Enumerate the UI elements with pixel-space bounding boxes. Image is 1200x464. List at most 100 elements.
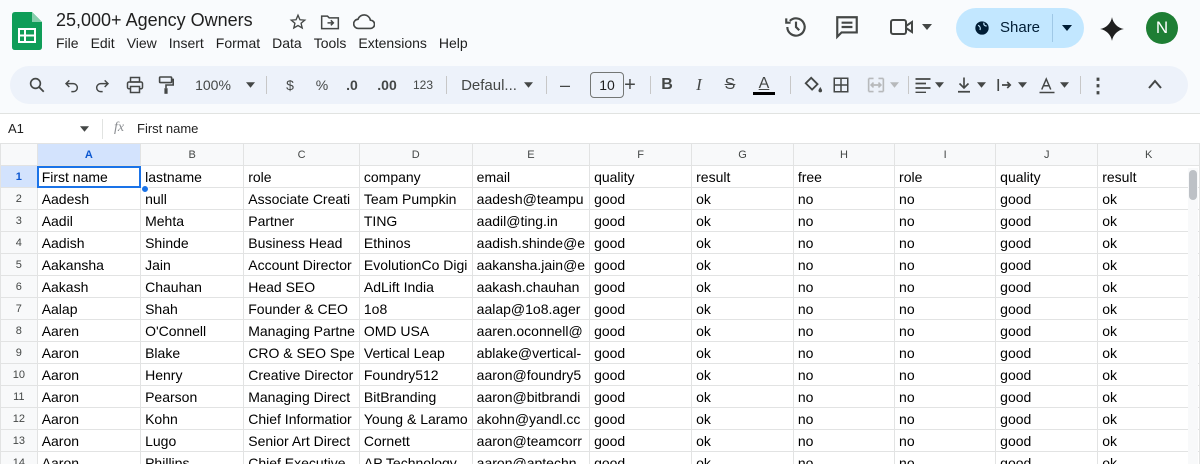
cell-d5[interactable]: EvolutionCo Digi: [358, 253, 473, 276]
cell-g8[interactable]: ok: [691, 319, 794, 342]
chevron-down-icon[interactable]: [922, 24, 932, 30]
cell-e4[interactable]: aadish.shinde@e: [471, 231, 591, 254]
redo-icon[interactable]: [94, 77, 110, 93]
formula-input[interactable]: First name: [137, 121, 198, 136]
cell-b11[interactable]: Pearson: [140, 385, 245, 408]
cell-g12[interactable]: ok: [691, 407, 794, 430]
cell-c6[interactable]: Head SEO: [243, 275, 360, 298]
cell-f6[interactable]: good: [589, 275, 693, 298]
cell-b7[interactable]: Shah: [140, 297, 245, 320]
cell-k8[interactable]: ok: [1097, 319, 1200, 342]
cell-i4[interactable]: no: [894, 231, 997, 254]
share-button[interactable]: Share: [956, 8, 1084, 48]
cell-k4[interactable]: ok: [1097, 231, 1200, 254]
cell-k11[interactable]: ok: [1097, 385, 1200, 408]
cell-d4[interactable]: Ethinos: [358, 231, 473, 254]
cell-j3[interactable]: good: [995, 209, 1099, 232]
cell-h11[interactable]: no: [792, 385, 896, 408]
align-chevron-down-icon[interactable]: [935, 82, 944, 88]
paint-format-icon[interactable]: [158, 75, 174, 95]
decrease-decimal-button[interactable]: .0: [340, 66, 364, 104]
cell-f4[interactable]: good: [589, 231, 693, 254]
cell-a8[interactable]: Aaren: [36, 319, 142, 342]
cell-j2[interactable]: good: [995, 187, 1099, 210]
cell-g1[interactable]: result: [691, 165, 794, 188]
cell-h9[interactable]: no: [792, 341, 896, 364]
italic-button[interactable]: I: [690, 66, 708, 104]
column-header-h[interactable]: H: [792, 143, 896, 166]
undo-icon[interactable]: [64, 77, 80, 93]
cell-f8[interactable]: good: [589, 319, 693, 342]
cell-d8[interactable]: OMD USA: [358, 319, 473, 342]
star-icon[interactable]: [289, 13, 307, 31]
cell-f3[interactable]: good: [589, 209, 693, 232]
cell-d9[interactable]: Vertical Leap: [358, 341, 473, 364]
cell-i11[interactable]: no: [894, 385, 997, 408]
cell-j5[interactable]: good: [995, 253, 1099, 276]
cell-i7[interactable]: no: [894, 297, 997, 320]
cell-h1[interactable]: free: [792, 165, 896, 188]
cell-g6[interactable]: ok: [691, 275, 794, 298]
menu-data[interactable]: Data: [272, 35, 308, 51]
cell-g10[interactable]: ok: [691, 363, 794, 386]
cell-g14[interactable]: ok: [691, 451, 794, 464]
cell-e12[interactable]: akohn@yandl.cc: [471, 407, 591, 430]
column-header-k[interactable]: K: [1097, 143, 1200, 166]
cell-d3[interactable]: TING: [358, 209, 473, 232]
cell-a9[interactable]: Aaron: [36, 341, 142, 364]
cell-b6[interactable]: Chauhan: [140, 275, 245, 298]
horizontal-align-icon[interactable]: [914, 77, 932, 93]
cell-i13[interactable]: no: [894, 429, 997, 452]
cell-e1[interactable]: email: [471, 165, 591, 188]
cell-f2[interactable]: good: [589, 187, 693, 210]
row-header[interactable]: 11: [0, 385, 38, 408]
cell-g5[interactable]: ok: [691, 253, 794, 276]
cell-i9[interactable]: no: [894, 341, 997, 364]
share-dropdown-icon[interactable]: [1062, 25, 1072, 31]
cell-j13[interactable]: good: [995, 429, 1099, 452]
cell-b8[interactable]: O'Connell: [140, 319, 245, 342]
row-header[interactable]: 7: [0, 297, 38, 320]
cell-g4[interactable]: ok: [691, 231, 794, 254]
row-header[interactable]: 12: [0, 407, 38, 430]
menu-file[interactable]: File: [56, 35, 85, 51]
cell-d10[interactable]: Foundry512: [358, 363, 473, 386]
cell-d14[interactable]: AP Technology: [358, 451, 473, 464]
column-header-a[interactable]: A: [36, 143, 142, 166]
scrollbar-thumb[interactable]: [1189, 170, 1197, 200]
text-wrapping-icon[interactable]: [996, 77, 1014, 93]
name-box[interactable]: A1: [8, 121, 24, 136]
cell-i10[interactable]: no: [894, 363, 997, 386]
cell-i1[interactable]: role: [894, 165, 997, 188]
cell-k10[interactable]: ok: [1097, 363, 1200, 386]
cell-f7[interactable]: good: [589, 297, 693, 320]
cell-h13[interactable]: no: [792, 429, 896, 452]
cell-k5[interactable]: ok: [1097, 253, 1200, 276]
cell-c10[interactable]: Creative Director: [243, 363, 360, 386]
cell-e5[interactable]: aakansha.jain@e: [471, 253, 591, 276]
cell-j8[interactable]: good: [995, 319, 1099, 342]
strikethrough-button[interactable]: S: [720, 66, 740, 104]
cell-j9[interactable]: good: [995, 341, 1099, 364]
cell-f12[interactable]: good: [589, 407, 693, 430]
cell-f13[interactable]: good: [589, 429, 693, 452]
cell-b1[interactable]: lastname: [140, 165, 245, 188]
cell-k9[interactable]: ok: [1097, 341, 1200, 364]
cell-b2[interactable]: null: [140, 187, 245, 210]
cell-i6[interactable]: no: [894, 275, 997, 298]
cell-d13[interactable]: Cornett: [358, 429, 473, 452]
menu-edit[interactable]: Edit: [91, 35, 121, 51]
cell-i8[interactable]: no: [894, 319, 997, 342]
row-header[interactable]: 3: [0, 209, 38, 232]
cell-g9[interactable]: ok: [691, 341, 794, 364]
more-formats-button[interactable]: 123: [406, 66, 440, 104]
avatar[interactable]: N: [1146, 12, 1178, 44]
search-menus-icon[interactable]: [28, 76, 46, 94]
cell-c14[interactable]: Chief Executive: [243, 451, 360, 464]
cell-a7[interactable]: Aalap: [36, 297, 142, 320]
select-all-corner[interactable]: [0, 143, 38, 166]
cell-a3[interactable]: Aadil: [36, 209, 142, 232]
vertical-align-icon[interactable]: [956, 76, 972, 94]
cell-c8[interactable]: Managing Partne: [243, 319, 360, 342]
cell-g11[interactable]: ok: [691, 385, 794, 408]
